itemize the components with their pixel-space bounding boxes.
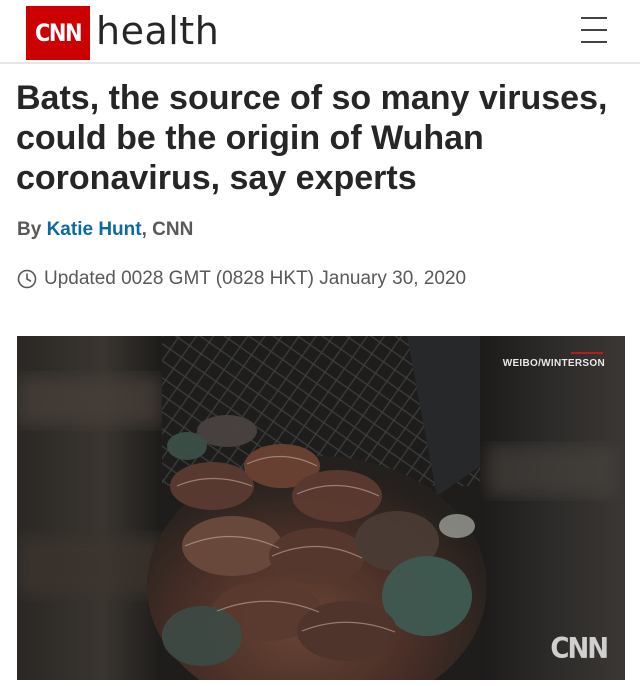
clock-icon	[17, 269, 37, 289]
author-link[interactable]: Katie Hunt	[47, 219, 142, 240]
credit-accent-bar	[571, 352, 603, 354]
section-name[interactable]: health	[96, 6, 219, 56]
article-headline: Bats, the source of so many viruses, cou…	[16, 79, 608, 197]
updated-timestamp: Updated 0028 GMT (0828 HKT) January 30, …	[17, 268, 466, 290]
byline-prefix: By	[17, 219, 47, 240]
site-header: CNN health	[0, 0, 640, 64]
updated-text: Updated 0028 GMT (0828 HKT) January 30, …	[44, 268, 467, 289]
hamburger-menu-icon[interactable]	[578, 14, 610, 46]
video-credit: WEIBO/WINTERSON	[502, 358, 605, 369]
video-frame	[17, 336, 625, 680]
cnn-watermark: CNN	[550, 632, 609, 666]
byline: By Katie Hunt, CNN	[17, 219, 193, 241]
cnn-logo[interactable]: CNN	[26, 6, 90, 60]
byline-suffix: , CNN	[141, 219, 194, 240]
logo-text: CNN	[34, 19, 83, 47]
page: CNN health Bats, the source of so many v…	[0, 0, 640, 686]
video-player[interactable]: WEIBO/WINTERSON CNN	[17, 336, 625, 680]
